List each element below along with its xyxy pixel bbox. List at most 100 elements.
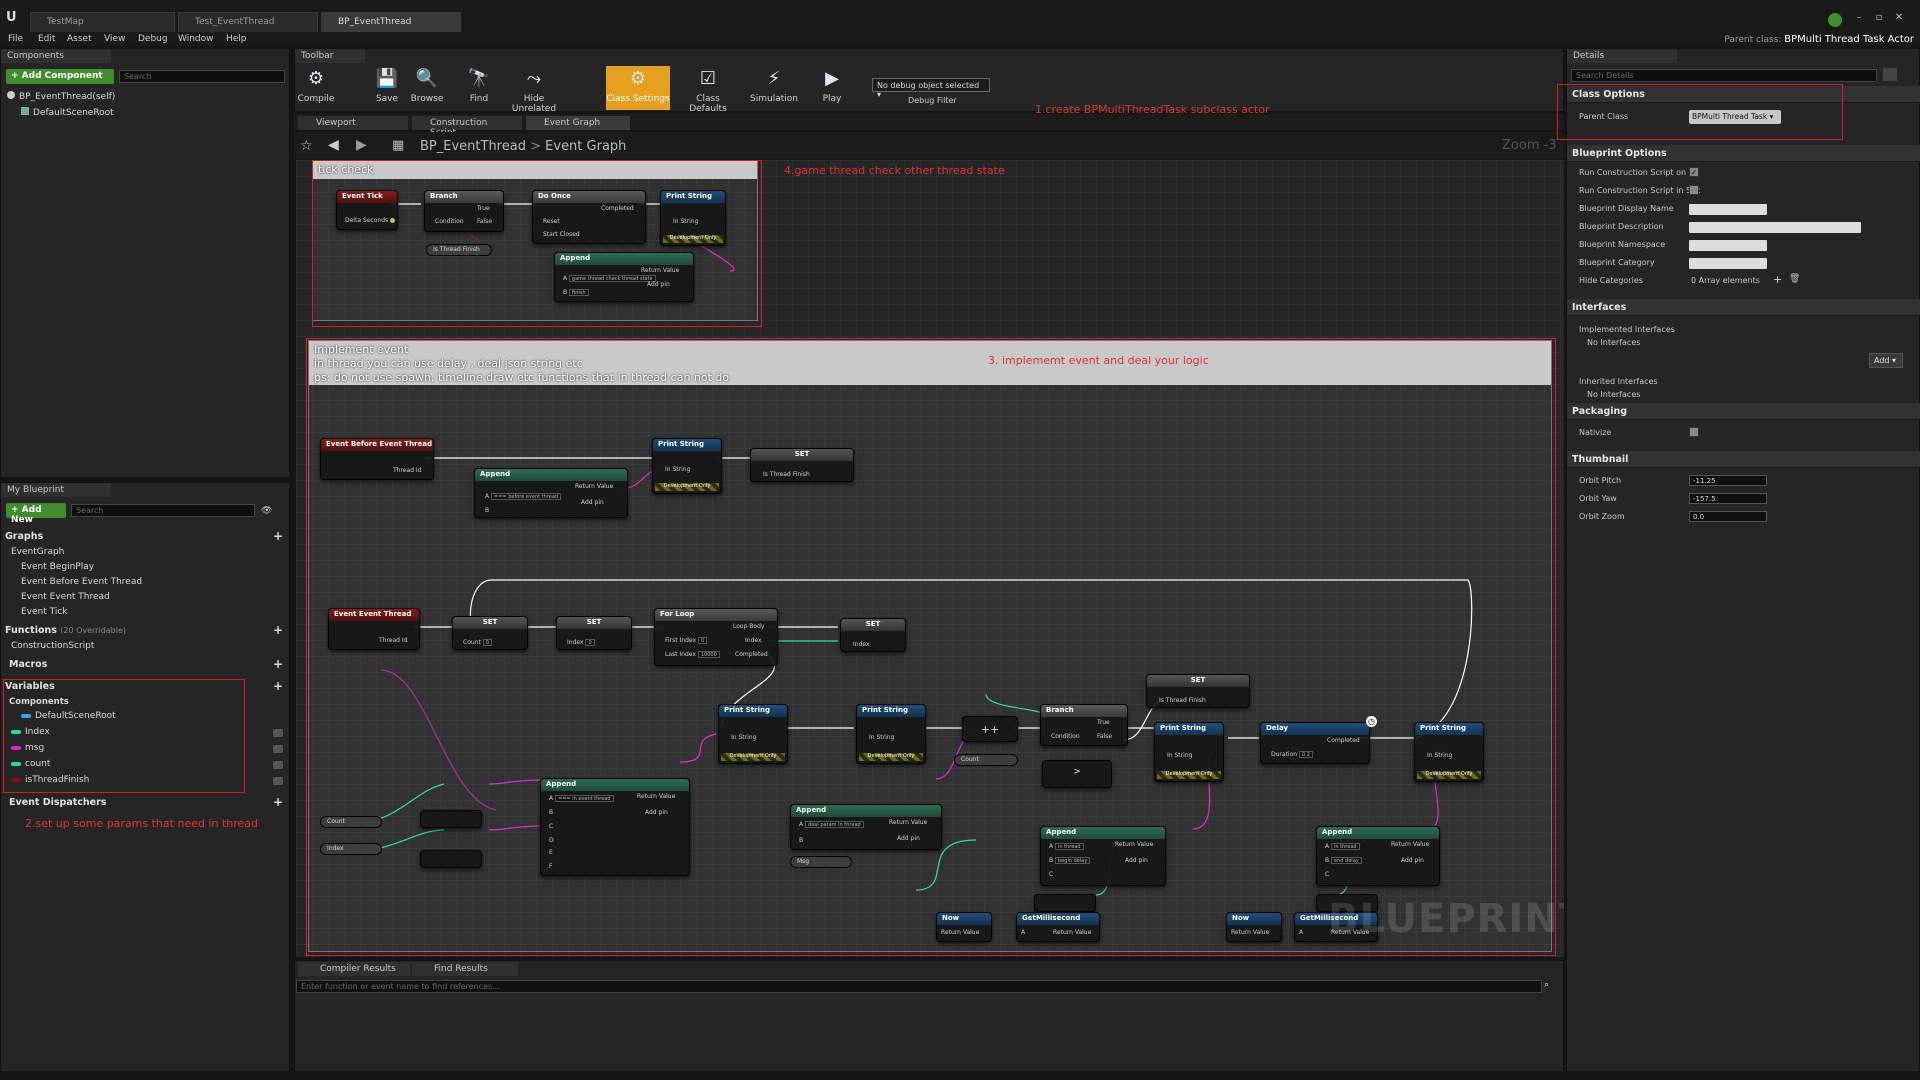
menu-file[interactable]: File bbox=[8, 34, 23, 44]
add-element-icon[interactable]: + bbox=[1773, 273, 1782, 286]
breadcrumb-graph[interactable]: Event Graph bbox=[545, 139, 626, 154]
component-self[interactable]: BP_EventThread(self) bbox=[7, 91, 115, 106]
blueprint-namespace-input[interactable] bbox=[1689, 240, 1767, 251]
packaging-section[interactable]: Packaging bbox=[1567, 403, 1920, 420]
add-macro-icon[interactable]: + bbox=[273, 657, 283, 671]
node-get-msg[interactable]: Msg bbox=[790, 856, 852, 868]
tab-event-graph[interactable]: Event Graph bbox=[526, 116, 630, 130]
node-get-millisecond-1[interactable]: GetMillisecond A Return Value bbox=[1016, 912, 1100, 942]
macros-header[interactable]: Macros bbox=[9, 659, 47, 674]
node-append-in-thread[interactable]: Append Return Value A === in event threa… bbox=[540, 778, 690, 876]
event-before-thread-item[interactable]: Event Before Event Thread bbox=[21, 577, 142, 592]
node-set-is-thread-finish[interactable]: SET Is Thread Finish bbox=[750, 448, 854, 482]
blueprint-display-name-input[interactable] bbox=[1689, 204, 1767, 215]
hide-unrelated-button[interactable]: ⤳ Hide Unrelated bbox=[503, 66, 565, 114]
close-icon[interactable]: ✕ bbox=[1890, 12, 1908, 24]
run-construction-dr-checkbox[interactable]: ✓ bbox=[1689, 167, 1699, 177]
node-compare[interactable]: > bbox=[1042, 760, 1112, 788]
details-search-input[interactable]: Search Details bbox=[1571, 69, 1877, 82]
trash-icon[interactable]: 🗑 bbox=[1789, 274, 1800, 284]
simulation-button[interactable]: ⚡ Simulation bbox=[745, 66, 803, 110]
find-button[interactable]: 🔭 Find bbox=[453, 66, 505, 110]
add-interface-button[interactable]: Add ▾ bbox=[1869, 353, 1903, 368]
components-search-input[interactable]: Search bbox=[119, 70, 285, 83]
event-graph-item[interactable]: EventGraph bbox=[11, 547, 64, 562]
tab-construction-script[interactable]: Construction Script bbox=[412, 116, 522, 138]
pin-delta-seconds[interactable]: Delta Seconds bbox=[345, 217, 397, 224]
node-delay[interactable]: Delay Completed Duration 0.2 bbox=[1260, 722, 1370, 764]
tab-viewport[interactable]: Viewport bbox=[298, 116, 408, 130]
node-print-string-end[interactable]: Print String In String Development Only bbox=[1414, 722, 1484, 782]
inherited-interfaces-label[interactable]: Inherited Interfaces bbox=[1579, 377, 1658, 386]
view-options-icon[interactable]: 👁 bbox=[261, 506, 272, 516]
my-blueprint-search-input[interactable]: Search bbox=[71, 504, 255, 517]
construction-script-item[interactable]: ConstructionScript bbox=[11, 641, 94, 656]
node-append-begin-delay[interactable]: Append Return Value A in thread B begin … bbox=[1040, 826, 1166, 886]
visibility-eye-icon[interactable] bbox=[273, 745, 283, 753]
visibility-eye-icon[interactable] bbox=[273, 729, 283, 737]
details-tab[interactable]: Details bbox=[1567, 49, 1677, 63]
property-matrix-icon[interactable] bbox=[1883, 68, 1897, 81]
node-print-string-tick[interactable]: Print String In String Development Only bbox=[660, 190, 726, 246]
thumbnail-section[interactable]: Thumbnail bbox=[1567, 451, 1920, 468]
node-print-string-loop[interactable]: Print String In String Development Only bbox=[718, 704, 788, 764]
debug-object-select[interactable]: No debug object selected ▾ bbox=[872, 78, 990, 99]
orbit-zoom-input[interactable]: 0.0 bbox=[1689, 511, 1767, 522]
play-button[interactable]: ▶ Play bbox=[806, 66, 858, 110]
forward-arrow-icon[interactable]: ▶ bbox=[356, 137, 367, 153]
node-do-once[interactable]: Do Once Completed Reset Start Closed bbox=[532, 190, 646, 244]
add-function-icon[interactable]: + bbox=[273, 623, 283, 637]
menu-view[interactable]: View bbox=[104, 34, 125, 44]
find-results-tab[interactable]: Find Results bbox=[412, 962, 518, 976]
functions-header[interactable]: Functions (20 Overridable) bbox=[5, 625, 126, 640]
node-now-1[interactable]: Now Return Value bbox=[936, 912, 992, 942]
breadcrumb-blueprint[interactable]: BP_EventThread bbox=[420, 139, 526, 154]
node-to-string-3[interactable] bbox=[1034, 894, 1096, 912]
node-branch-tick[interactable]: Branch True Condition False bbox=[424, 190, 504, 232]
find-references-input[interactable]: Enter function or event name to find ref… bbox=[296, 980, 1542, 993]
node-set-index-2[interactable]: SET Index bbox=[840, 618, 906, 652]
run-construction-sec-checkbox[interactable] bbox=[1689, 185, 1699, 195]
menu-help[interactable]: Help bbox=[226, 34, 247, 44]
event-dispatchers-header[interactable]: Event Dispatchers bbox=[9, 797, 106, 812]
node-event-event-thread[interactable]: Event Event Thread Thread Id bbox=[328, 608, 420, 650]
blueprint-category-input[interactable] bbox=[1689, 258, 1767, 269]
compile-button[interactable]: ⚙ Compile bbox=[290, 66, 342, 110]
nativize-checkbox[interactable] bbox=[1689, 427, 1699, 437]
add-component-button[interactable]: + Add Component bbox=[6, 69, 114, 84]
event-graph-canvas[interactable]: tick check 4.game thread check other thr… bbox=[296, 160, 1564, 957]
blueprint-options-section[interactable]: Blueprint Options bbox=[1567, 145, 1920, 162]
menu-edit[interactable]: Edit bbox=[38, 34, 55, 44]
node-to-string-1[interactable] bbox=[420, 810, 482, 828]
node-append-tick[interactable]: Append Return Value A game thread check … bbox=[554, 252, 694, 302]
node-event-before-event-thread[interactable]: Event Before Event Thread Thread Id bbox=[320, 438, 434, 480]
toolbar-tab[interactable]: Toolbar bbox=[295, 49, 365, 63]
node-print-string-branch[interactable]: Print String In String Development Only bbox=[1154, 722, 1224, 782]
add-new-button[interactable]: + Add New bbox=[6, 503, 66, 525]
node-set-is-thread-finish-2[interactable]: SET Is Thread Finish bbox=[1146, 674, 1250, 708]
add-variable-icon[interactable]: + bbox=[273, 679, 283, 693]
add-graph-icon[interactable]: + bbox=[273, 529, 283, 543]
interfaces-section[interactable]: Interfaces bbox=[1567, 299, 1920, 316]
orbit-pitch-input[interactable]: -11.25 bbox=[1689, 475, 1767, 486]
compiler-results-tab[interactable]: Compiler Results bbox=[298, 962, 410, 976]
node-print-string-loop-2[interactable]: Print String In String Development Only bbox=[856, 704, 926, 764]
node-get-count-2[interactable]: Count bbox=[320, 816, 382, 828]
implemented-interfaces-label[interactable]: Implemented Interfaces bbox=[1579, 325, 1675, 334]
node-for-loop[interactable]: For Loop Loop Body First Index 0 Index L… bbox=[654, 608, 778, 666]
menu-asset[interactable]: Asset bbox=[67, 34, 92, 44]
graphs-header[interactable]: Graphs bbox=[5, 531, 43, 546]
favorite-star-icon[interactable]: ☆ bbox=[300, 138, 313, 154]
my-blueprint-tab[interactable]: My Blueprint bbox=[1, 483, 111, 497]
source-control-icon[interactable] bbox=[1828, 13, 1842, 27]
node-increment[interactable]: ++ bbox=[962, 716, 1018, 742]
component-defaultsceneroot[interactable]: DefaultSceneRoot bbox=[21, 107, 114, 122]
class-settings-button[interactable]: ⚙ Class Settings bbox=[606, 66, 670, 110]
maximize-icon[interactable]: ▫ bbox=[1870, 12, 1888, 24]
node-get-index[interactable]: Index bbox=[320, 843, 382, 855]
minimize-icon[interactable]: – bbox=[1850, 12, 1868, 24]
doc-tab-test-eventthread[interactable]: Test_EventThread bbox=[178, 12, 318, 32]
node-set-index[interactable]: SET Index 0 bbox=[556, 616, 632, 650]
back-arrow-icon[interactable]: ◀ bbox=[328, 137, 339, 153]
orbit-yaw-input[interactable]: -157.5 bbox=[1689, 493, 1767, 504]
